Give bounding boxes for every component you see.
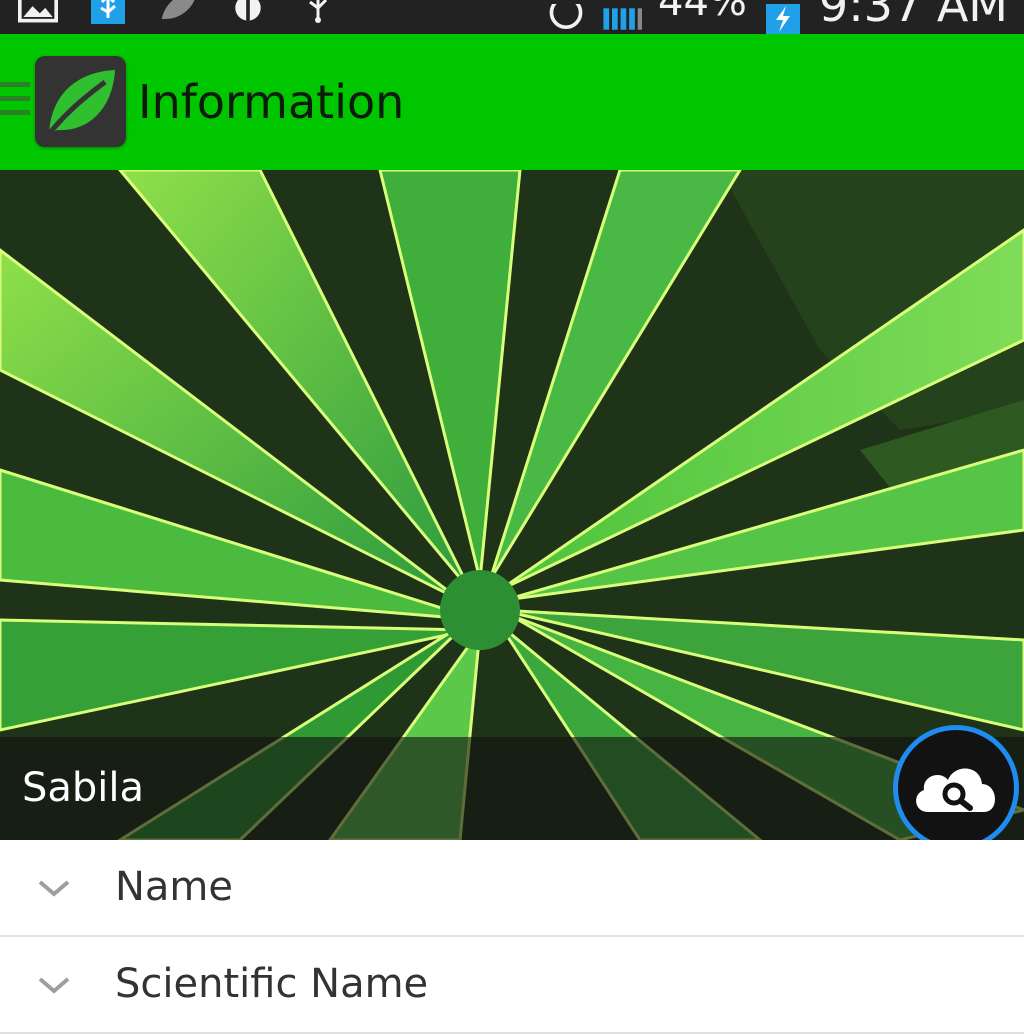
- signal-icon: [602, 4, 643, 34]
- plant-name: Sabila: [22, 765, 145, 811]
- info-list: Name Scientific Name: [0, 840, 1024, 1034]
- leaf-logo-icon[interactable]: [35, 56, 126, 147]
- usb-debug-icon: [88, 0, 128, 24]
- battery-charging-icon: [763, 4, 803, 34]
- list-item-label: Name: [115, 864, 234, 910]
- list-item-name[interactable]: Name: [0, 840, 1024, 937]
- plant-photo: Sabila: [0, 170, 1024, 840]
- cloud-search-button[interactable]: [893, 725, 1019, 851]
- list-item-label: Scientific Name: [115, 961, 429, 1007]
- battery-percent: 44%: [658, 0, 747, 25]
- chevron-down-icon: [38, 880, 70, 897]
- bug-icon: [228, 0, 268, 24]
- gallery-icon: [18, 0, 58, 24]
- list-item-scientific-name[interactable]: Scientific Name: [0, 937, 1024, 1034]
- caption-bar: Sabila: [0, 737, 1024, 840]
- drawer-menu-icon[interactable]: [0, 82, 30, 122]
- chevron-down-icon: [38, 977, 70, 994]
- cloud-search-icon: [916, 768, 996, 812]
- clock: 9:37 AM: [818, 0, 1008, 32]
- leaf-notification-icon: [158, 0, 198, 24]
- usb-icon: [298, 0, 338, 24]
- app-bar: Information: [0, 34, 1024, 170]
- notification-icons: [18, 0, 338, 24]
- status-right: 44% 9:37 AM: [546, 0, 1008, 34]
- status-bar: 44% 9:37 AM: [0, 0, 1024, 34]
- page-title: Information: [138, 75, 405, 129]
- alarm-icon: [546, 4, 586, 34]
